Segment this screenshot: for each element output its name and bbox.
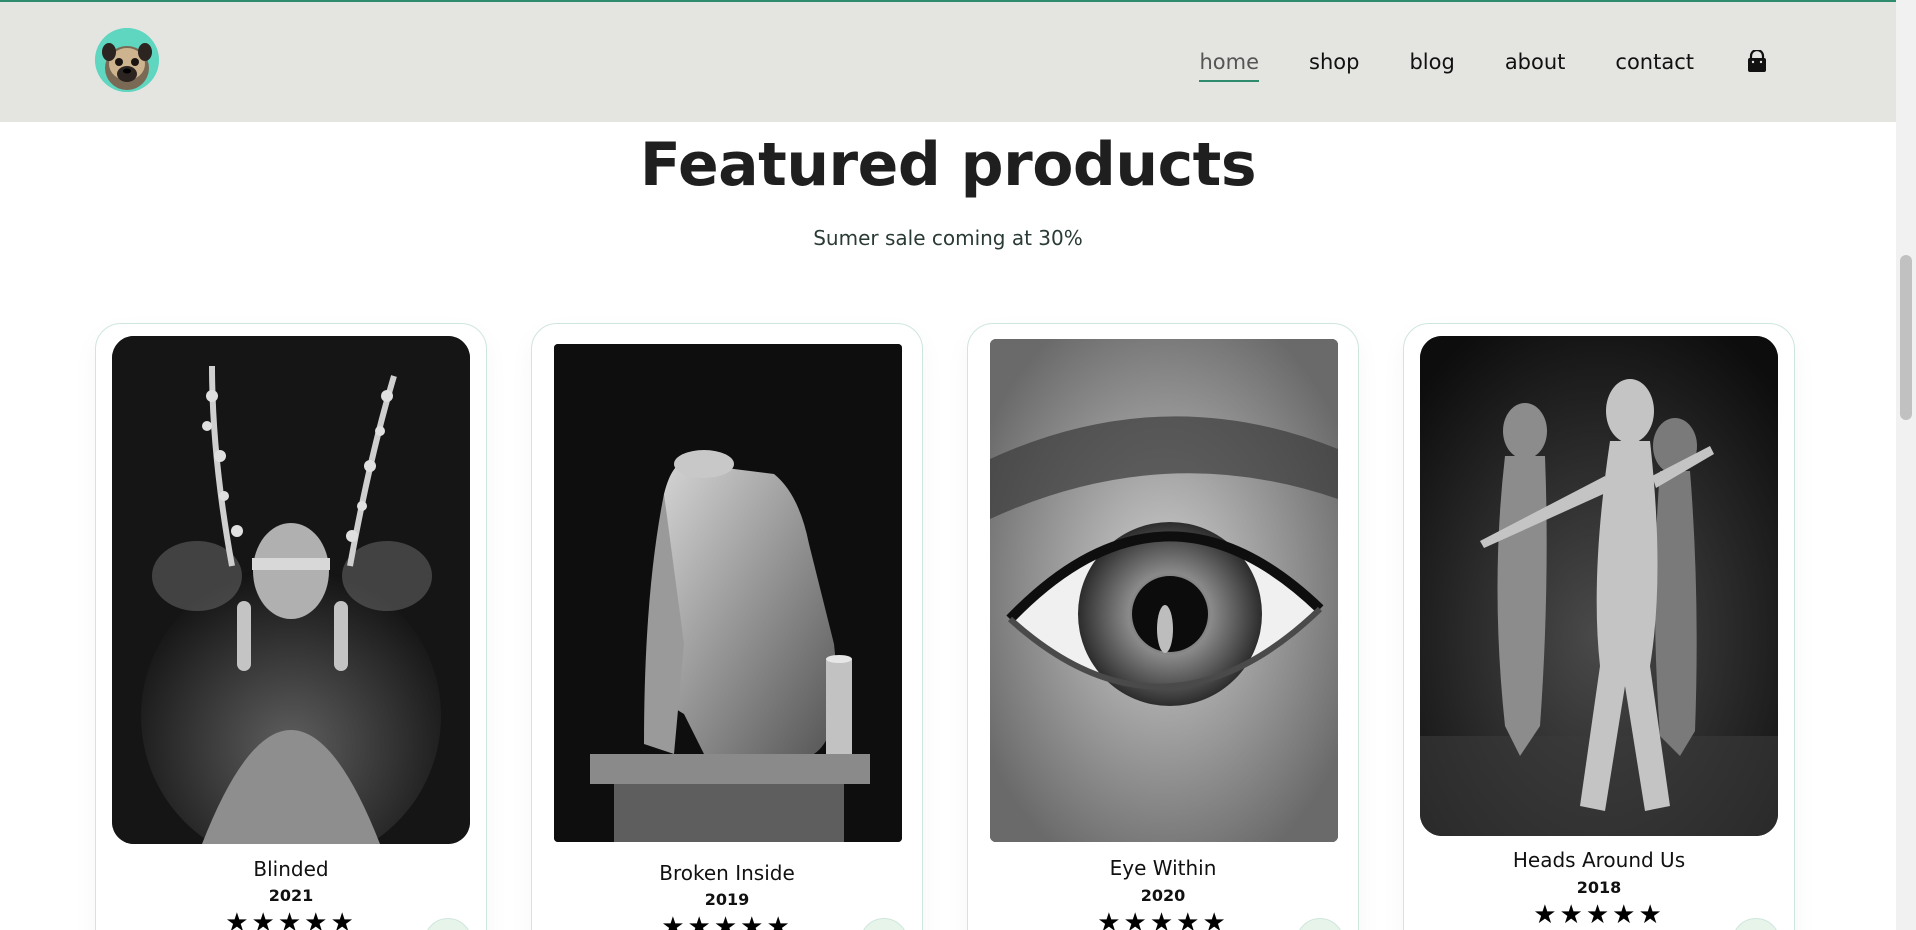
product-card[interactable]: Blinded 2021 ★★★★★ <box>95 323 487 930</box>
main-nav: home shop blog about contact <box>1199 46 1768 82</box>
product-name[interactable]: Heads Around Us <box>1404 848 1794 872</box>
product-image-heads-around-us[interactable] <box>1420 336 1778 836</box>
product-name[interactable]: Broken Inside <box>532 861 922 885</box>
scrollbar-thumb[interactable] <box>1900 255 1912 420</box>
nav-contact[interactable]: contact <box>1615 46 1694 78</box>
rating-stars: ★★★★★ <box>225 908 357 930</box>
product-image-broken-inside[interactable] <box>554 344 902 842</box>
section-title: Featured products <box>639 130 1257 200</box>
product-card[interactable]: Eye Within 2020 ★★★★★ <box>967 323 1359 930</box>
product-card[interactable]: Heads Around Us 2018 ★★★★★ <box>1403 323 1795 930</box>
page-scrollbar[interactable] <box>1896 0 1916 930</box>
product-year: 2019 <box>704 890 750 909</box>
rating-stars: ★★★★★ <box>1097 908 1229 930</box>
product-year: 2020 <box>1140 886 1186 905</box>
page: home shop blog about contact Featured pr… <box>0 0 1896 930</box>
nav-about[interactable]: about <box>1505 46 1566 78</box>
shopping-bag-icon[interactable] <box>1746 48 1768 74</box>
nav-home[interactable]: home <box>1199 46 1259 82</box>
product-name[interactable]: Blinded <box>96 857 486 881</box>
nav-blog[interactable]: blog <box>1409 46 1454 78</box>
product-image-eye-within[interactable] <box>990 339 1338 842</box>
logo-avatar[interactable] <box>95 28 159 92</box>
product-year: 2018 <box>1576 878 1622 897</box>
top-nav-bar: home shop blog about contact <box>0 0 1896 122</box>
nav-shop[interactable]: shop <box>1309 46 1359 78</box>
product-image-blinded[interactable] <box>112 336 470 844</box>
product-year: 2021 <box>268 886 314 905</box>
rating-stars: ★★★★★ <box>1533 900 1665 930</box>
section-subtitle: Sumer sale coming at 30% <box>813 226 1083 250</box>
product-card[interactable]: Broken Inside 2019 ★★★★★ <box>531 323 923 930</box>
pug-avatar-icon <box>95 28 159 92</box>
product-name[interactable]: Eye Within <box>968 856 1358 880</box>
